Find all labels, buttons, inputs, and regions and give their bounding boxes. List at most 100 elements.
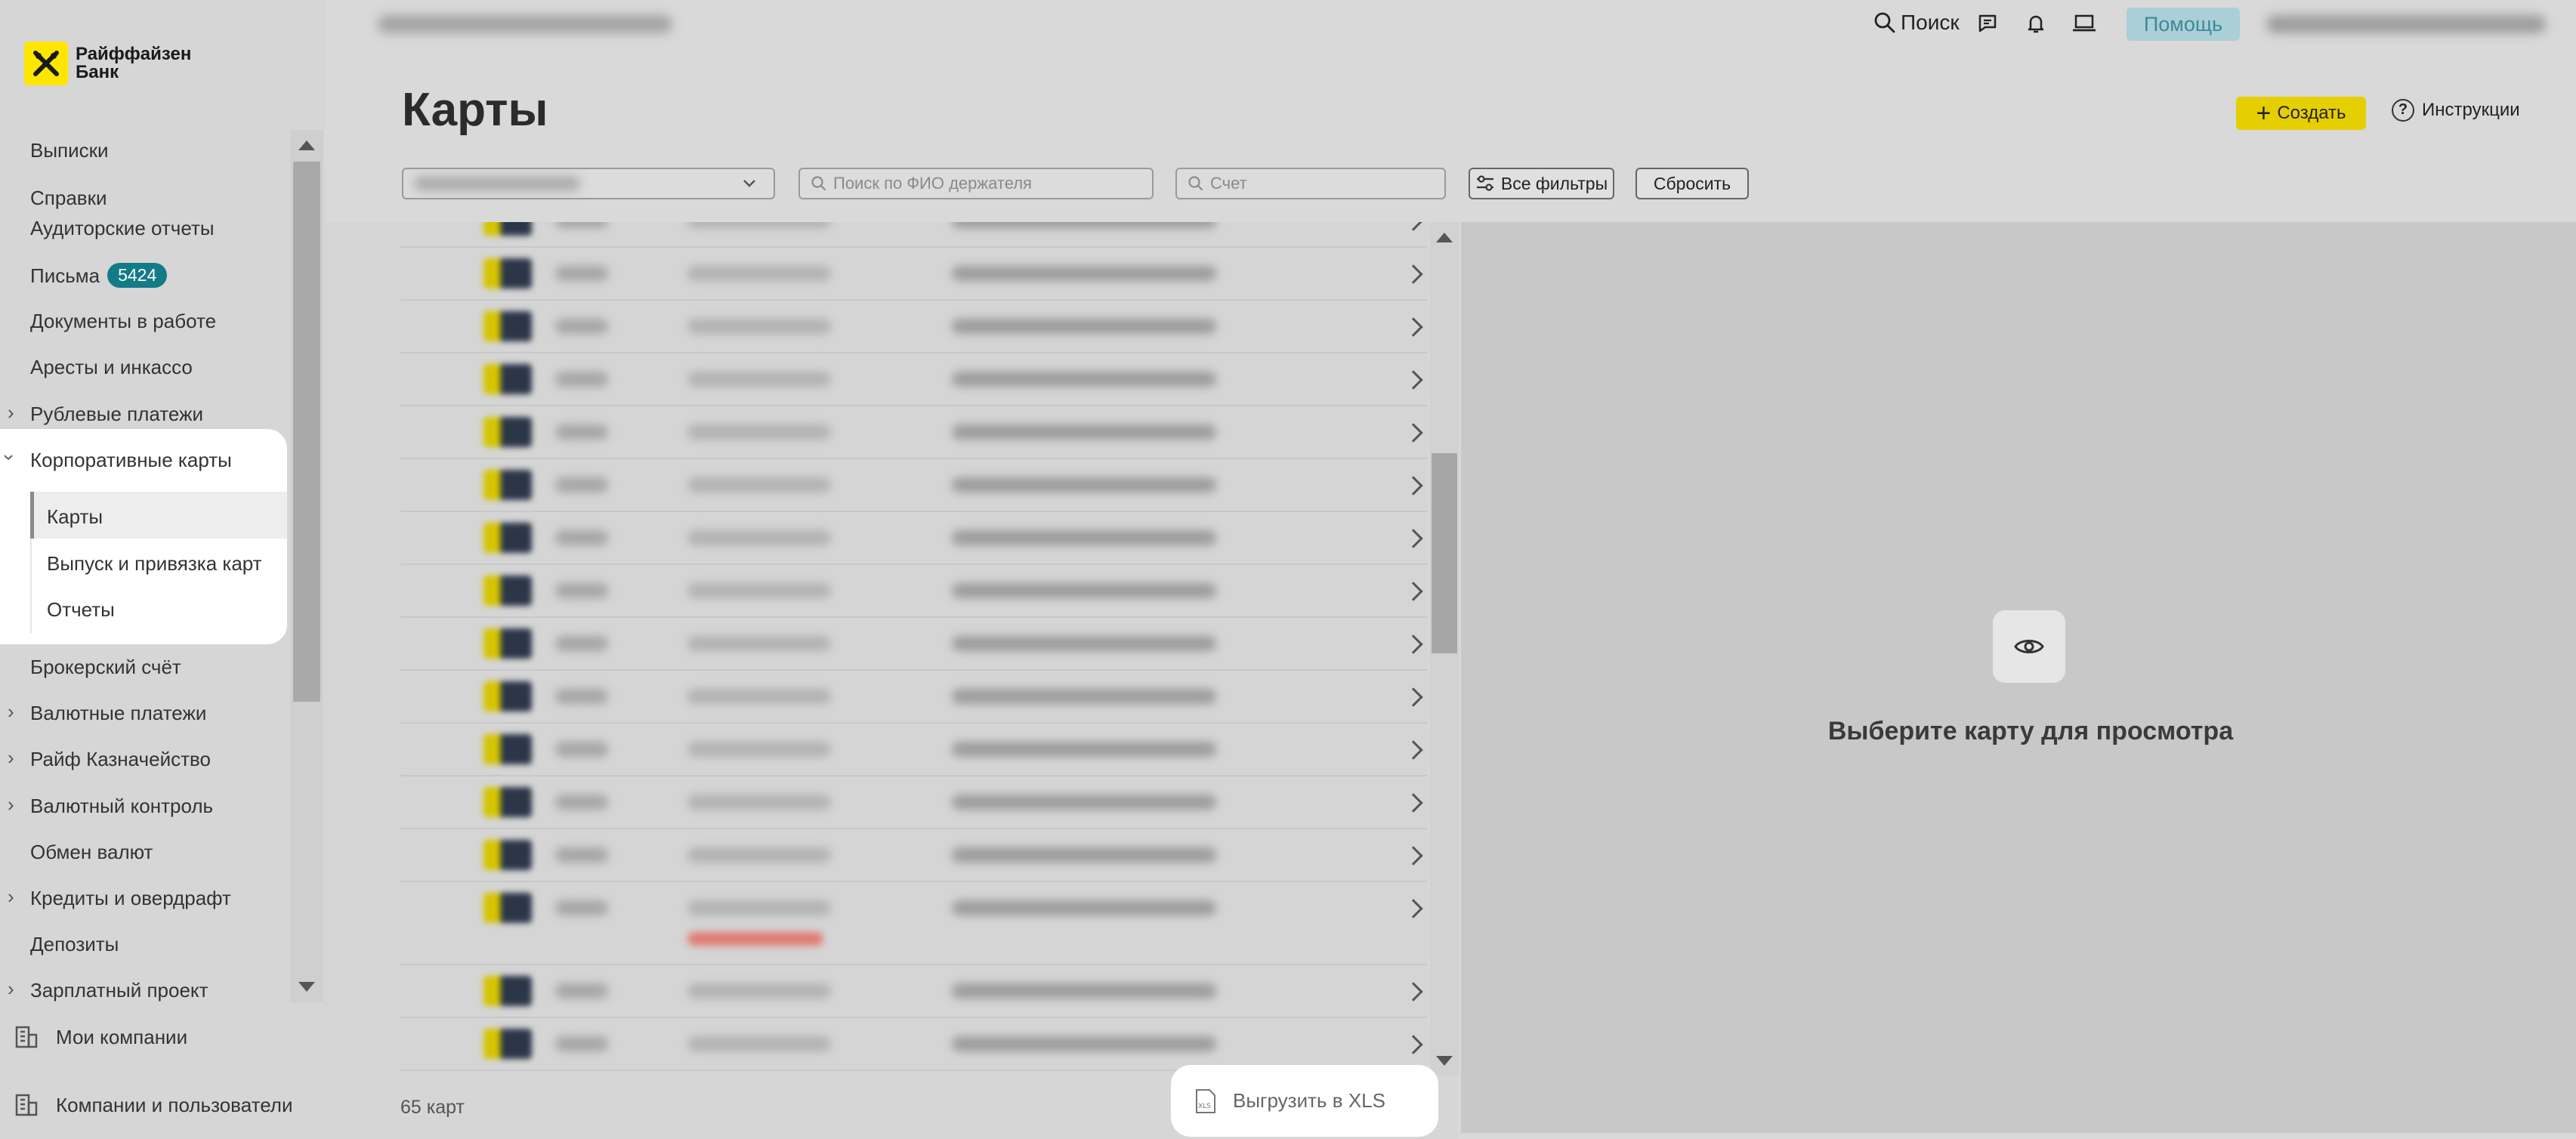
- scroll-up-icon[interactable]: [298, 140, 315, 150]
- chevron-right-icon[interactable]: ›: [8, 793, 14, 816]
- card-name-blurred: [687, 266, 831, 281]
- chevron-right-icon[interactable]: [1404, 222, 1423, 231]
- chevron-right-icon[interactable]: ›: [8, 401, 14, 424]
- companies-users-link[interactable]: Компании и пользователи: [14, 1092, 293, 1118]
- sidebar-item-ruble-payments[interactable]: Рублевые платежи: [30, 403, 203, 426]
- help-button[interactable]: Помощь: [2127, 8, 2240, 41]
- chevron-right-icon[interactable]: [1404, 582, 1423, 601]
- chevron-right-icon[interactable]: [1404, 793, 1423, 813]
- table-row[interactable]: [400, 248, 1428, 301]
- table-row[interactable]: [400, 353, 1428, 406]
- table-row[interactable]: [400, 565, 1428, 618]
- chevron-right-icon[interactable]: [1404, 687, 1423, 707]
- sidebar-item-treasury[interactable]: Райф Казначейство: [30, 748, 211, 771]
- scroll-up-icon[interactable]: [1436, 233, 1453, 242]
- table-row[interactable]: [400, 829, 1428, 882]
- table-row[interactable]: [400, 671, 1428, 724]
- sidebar-item-brokerage[interactable]: Брокерский счёт: [30, 656, 181, 679]
- chevron-right-icon[interactable]: ›: [8, 746, 14, 770]
- card-holder-blurred: [952, 847, 1216, 863]
- search-button[interactable]: Поиск: [1873, 11, 1960, 35]
- building-icon: [15, 1026, 38, 1048]
- table-row[interactable]: [400, 618, 1428, 671]
- scroll-down-icon[interactable]: [1436, 1056, 1453, 1066]
- bank-logo[interactable]: Райффайзен Банк: [24, 42, 191, 85]
- chevron-right-icon[interactable]: [1404, 634, 1423, 654]
- sidebar-item-currency-exchange[interactable]: Обмен валют: [30, 841, 153, 864]
- table-row[interactable]: [400, 882, 1428, 965]
- account-select[interactable]: [402, 168, 775, 199]
- sidebar-item-statements[interactable]: Выписки: [30, 139, 109, 162]
- reset-button[interactable]: Сбросить: [1635, 168, 1749, 199]
- card-number-blurred: [555, 222, 608, 228]
- sidebar-item-certificates[interactable]: Справки: [30, 187, 107, 210]
- scroll-down-icon[interactable]: [298, 982, 315, 992]
- chevron-right-icon[interactable]: ›: [8, 885, 14, 909]
- export-xls-button[interactable]: XLS Выгрузить в XLS: [1171, 1065, 1438, 1137]
- sidebar-scrollbar-thumb[interactable]: [293, 162, 320, 702]
- card-name-blurred: [687, 319, 831, 334]
- table-row[interactable]: [400, 776, 1428, 829]
- sidebar-item-deposits[interactable]: Депозиты: [30, 933, 119, 956]
- table-row[interactable]: [400, 459, 1428, 512]
- table-row[interactable]: [400, 724, 1428, 776]
- filter-sliders-icon: [1476, 175, 1493, 191]
- card-thumbnail-icon: [483, 1029, 532, 1059]
- sidebar-subitem-reports[interactable]: Отчеты: [47, 598, 115, 622]
- chevron-right-icon[interactable]: [1404, 264, 1423, 284]
- table-row[interactable]: [400, 1018, 1428, 1071]
- chevron-right-icon[interactable]: [1404, 740, 1423, 760]
- chevron-right-icon[interactable]: ›: [8, 977, 14, 1001]
- chevron-right-icon[interactable]: [1404, 529, 1423, 548]
- sidebar-item-corporate-cards[interactable]: Корпоративные карты: [30, 449, 232, 472]
- chevron-right-icon[interactable]: [1404, 370, 1423, 390]
- chevron-right-icon[interactable]: [1404, 423, 1423, 443]
- sidebar-subitem-issue-cards[interactable]: Выпуск и привязка карт: [47, 552, 262, 576]
- list-scrollbar[interactable]: [1429, 222, 1459, 1076]
- table-row[interactable]: [400, 222, 1428, 248]
- card-holder-blurred: [952, 1036, 1216, 1051]
- sidebar-item-credits[interactable]: Кредиты и овердрафт: [30, 887, 231, 910]
- user-menu-blurred[interactable]: [2266, 15, 2546, 33]
- sidebar-item-fx-payments[interactable]: Валютные платежи: [30, 702, 206, 725]
- sidebar-subitem-cards[interactable]: Карты: [47, 505, 103, 529]
- table-row[interactable]: [400, 512, 1428, 565]
- all-filters-button[interactable]: Все фильтры: [1469, 168, 1614, 199]
- table-row[interactable]: [400, 965, 1428, 1018]
- create-button[interactable]: + Создать: [2236, 97, 2366, 130]
- chevron-right-icon[interactable]: [1404, 846, 1423, 866]
- submenu-guide-line: [30, 539, 32, 633]
- chevron-right-icon[interactable]: [1404, 476, 1423, 495]
- sidebar-item-arrests[interactable]: Аресты и инкассо: [30, 356, 193, 379]
- chevron-right-icon[interactable]: [1404, 982, 1423, 1002]
- chat-icon[interactable]: [1976, 12, 1999, 35]
- bell-icon[interactable]: [2025, 12, 2047, 35]
- table-row[interactable]: [400, 406, 1428, 459]
- sidebar-item-salary-project[interactable]: Зарплатный проект: [30, 979, 208, 1002]
- card-number-blurred: [555, 530, 608, 545]
- instructions-label: Инструкции: [2422, 100, 2520, 120]
- chevron-down-icon[interactable]: ›: [0, 454, 21, 461]
- sidebar-item-audit-reports[interactable]: Аудиторские отчеты: [30, 217, 215, 240]
- card-holder-blurred: [952, 319, 1216, 334]
- sidebar-item-letters[interactable]: Письма 5424: [30, 263, 168, 288]
- sidebar-item-documents-in-work[interactable]: Документы в работе: [30, 310, 216, 333]
- card-name-blurred: [687, 900, 831, 915]
- instructions-link[interactable]: ? Инструкции: [2392, 99, 2520, 122]
- sidebar-scrollbar[interactable]: [290, 130, 323, 1002]
- chevron-right-icon[interactable]: [1404, 899, 1423, 918]
- company-selector-blurred[interactable]: [378, 15, 672, 33]
- cards-list: [325, 222, 1428, 1076]
- my-companies-link[interactable]: Мои компании: [14, 1024, 187, 1050]
- table-row[interactable]: [400, 301, 1428, 353]
- list-scrollbar-thumb[interactable]: [1432, 453, 1457, 653]
- sidebar-item-fx-control[interactable]: Валютный контроль: [30, 795, 213, 818]
- card-number-blurred: [555, 477, 608, 492]
- account-search-input[interactable]: Счет: [1175, 168, 1446, 199]
- chevron-right-icon[interactable]: ›: [8, 700, 14, 724]
- holder-search-input[interactable]: Поиск по ФИО держателя: [798, 168, 1154, 199]
- chevron-right-icon[interactable]: [1404, 317, 1423, 337]
- chevron-right-icon[interactable]: [1404, 1035, 1423, 1054]
- card-name-blurred: [687, 583, 831, 598]
- laptop-icon[interactable]: [2071, 12, 2097, 35]
